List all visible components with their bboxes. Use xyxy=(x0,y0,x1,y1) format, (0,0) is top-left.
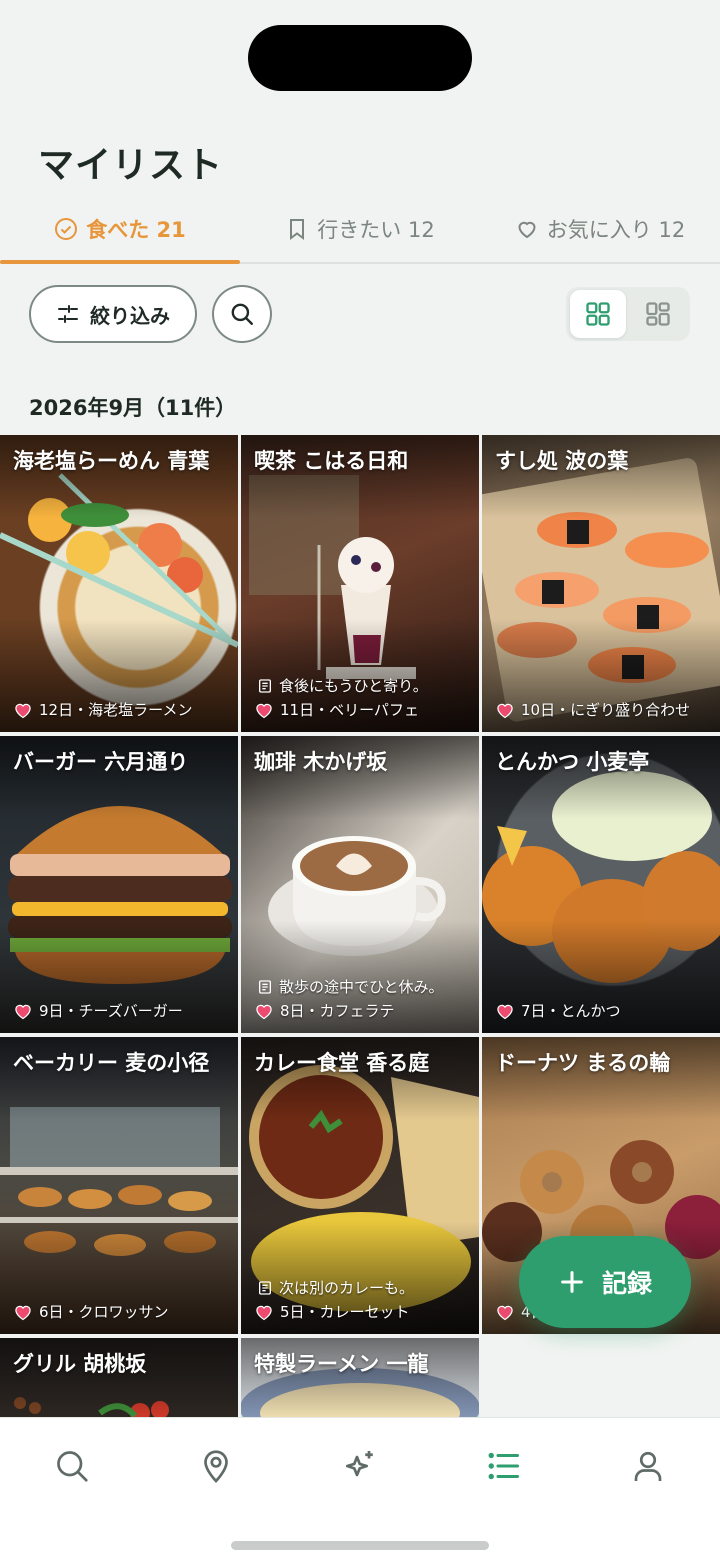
heart-icon xyxy=(497,1004,513,1019)
map-pin-icon xyxy=(204,1450,228,1483)
nav-discover[interactable] xyxy=(330,1442,390,1490)
card-memo-text: 次は別のカレーも。 xyxy=(279,1279,415,1297)
month-heading: 2026年9月（11件） xyxy=(29,396,237,420)
home-indicator xyxy=(231,1541,489,1550)
card-meta-text: 11日・ベリーパフェ xyxy=(280,701,419,719)
tab-favorites[interactable]: お気に入り 12 xyxy=(480,196,720,262)
restaurant-card[interactable]: 特製ラーメン 一龍 xyxy=(241,1338,479,1417)
tab-want-to-go[interactable]: 行きたい 12 xyxy=(240,196,480,262)
list-icon xyxy=(488,1452,519,1480)
heart-outline-icon xyxy=(518,221,536,239)
restaurant-card[interactable]: 珈琲 木かげ坂 散歩の途中でひと休み。 8日・カフェラテ xyxy=(241,736,479,1033)
card-memo-text: 食後にもうひと寄り。 xyxy=(279,677,428,695)
note-icon xyxy=(259,1280,271,1295)
card-meta: 11日・ベリーパフェ xyxy=(254,699,419,720)
card-memo: 散歩の途中でひと休み。 xyxy=(257,976,444,997)
card-meta: 7日・とんかつ xyxy=(495,1000,621,1021)
restaurant-card[interactable]: 喫茶 こはる日和 食後にもうひと寄り。 11日・ベリーパフェ xyxy=(241,435,479,732)
user-icon xyxy=(634,1451,662,1481)
card-title: ドーナツ まるの輪 xyxy=(495,1051,671,1075)
filter-button[interactable]: 絞り込み xyxy=(29,285,197,343)
card-meta: 9日・チーズバーガー xyxy=(13,1000,183,1021)
tab-label: お気に入り 12 xyxy=(546,218,686,242)
card-title: グリル 胡桃坂 xyxy=(13,1352,147,1376)
heart-icon xyxy=(15,703,31,718)
nav-list[interactable] xyxy=(474,1442,534,1490)
heart-icon xyxy=(256,703,272,718)
plus-icon xyxy=(561,1271,583,1293)
search-icon xyxy=(57,1451,88,1482)
restaurant-card[interactable]: バーガー 六月通り 9日・チーズバーガー xyxy=(0,736,238,1033)
card-title: カレー食堂 香る庭 xyxy=(254,1051,430,1075)
card-meta-text: 6日・クロワッサン xyxy=(39,1303,169,1321)
sliders-icon xyxy=(58,305,78,323)
camera-notch xyxy=(248,25,472,91)
search-icon xyxy=(231,303,253,325)
heart-icon xyxy=(15,1305,31,1320)
card-meta: 8日・カフェラテ xyxy=(254,1000,395,1021)
heart-icon xyxy=(497,1305,513,1320)
grid-small-view-button[interactable] xyxy=(630,290,686,338)
grid-alt-icon xyxy=(646,302,670,326)
heart-icon xyxy=(15,1004,31,1019)
card-title: バーガー 六月通り xyxy=(13,750,189,774)
card-meta-text: 12日・海老塩ラーメン xyxy=(39,701,193,719)
nav-profile[interactable] xyxy=(618,1442,678,1490)
restaurant-card[interactable]: すし処 波の葉 10日・にぎり盛り合わせ xyxy=(482,435,720,732)
card-title: 喫茶 こはる日和 xyxy=(254,449,409,473)
card-meta-text: 5日・カレーセット xyxy=(280,1303,410,1321)
card-title: とんかつ 小麦亭 xyxy=(495,750,650,774)
nav-search[interactable] xyxy=(42,1442,102,1490)
card-meta-text: 10日・にぎり盛り合わせ xyxy=(521,701,691,719)
grid-icon xyxy=(586,302,610,326)
card-meta: 12日・海老塩ラーメン xyxy=(13,699,193,720)
card-title: すし処 波の葉 xyxy=(495,449,629,473)
check-circle-icon xyxy=(55,218,78,240)
restaurant-card[interactable]: カレー食堂 香る庭 次は別のカレーも。 5日・カレーセット xyxy=(241,1037,479,1334)
restaurant-card[interactable]: 海老塩らーめん 青葉 12日・海老塩ラーメン xyxy=(0,435,238,732)
card-memo: 食後にもうひと寄り。 xyxy=(257,675,428,696)
tab-bar: 食べた 21 行きたい 12 お気に入り 12 xyxy=(0,196,720,264)
heart-icon xyxy=(256,1305,272,1320)
grid-large-view-button[interactable] xyxy=(570,290,626,338)
page-title: マイリスト xyxy=(38,145,224,186)
heart-icon xyxy=(497,703,513,718)
card-meta-text: 8日・カフェラテ xyxy=(280,1002,395,1020)
card-meta: 5日・カレーセット xyxy=(254,1301,410,1322)
card-title: 海老塩らーめん 青葉 xyxy=(13,449,210,473)
view-toggle xyxy=(566,287,690,341)
tab-eaten[interactable]: 食べた 21 xyxy=(0,196,240,264)
search-button[interactable] xyxy=(212,285,272,343)
restaurant-card[interactable]: グリル 胡桃坂 xyxy=(0,1338,238,1417)
note-icon xyxy=(259,678,271,693)
note-icon xyxy=(259,979,271,994)
tab-label: 行きたい 12 xyxy=(317,218,435,242)
restaurant-card[interactable]: ベーカリー 麦の小径 6日・クロワッサン xyxy=(0,1037,238,1334)
filter-label: 絞り込み xyxy=(90,303,170,328)
restaurant-card[interactable]: とんかつ 小麦亭 7日・とんかつ xyxy=(482,736,720,1033)
card-title: 珈琲 木かげ坂 xyxy=(254,750,388,774)
add-record-button[interactable]: 記録 xyxy=(519,1236,691,1328)
nav-map[interactable] xyxy=(186,1442,246,1490)
card-title: 特製ラーメン 一龍 xyxy=(254,1352,429,1376)
card-memo: 次は別のカレーも。 xyxy=(257,1277,414,1298)
card-meta: 6日・クロワッサン xyxy=(13,1301,169,1322)
card-memo-text: 散歩の途中でひと休み。 xyxy=(279,978,444,996)
add-record-label: 記録 xyxy=(601,1269,652,1298)
card-meta-text: 9日・チーズバーガー xyxy=(39,1002,183,1020)
tab-label: 食べた 21 xyxy=(86,218,186,242)
card-title: ベーカリー 麦の小径 xyxy=(13,1051,210,1075)
sparkle-icon xyxy=(345,1451,373,1477)
heart-icon xyxy=(256,1004,272,1019)
card-meta-text: 7日・とんかつ xyxy=(521,1002,621,1020)
card-meta: 10日・にぎり盛り合わせ xyxy=(495,699,690,720)
bookmark-icon xyxy=(290,219,305,240)
